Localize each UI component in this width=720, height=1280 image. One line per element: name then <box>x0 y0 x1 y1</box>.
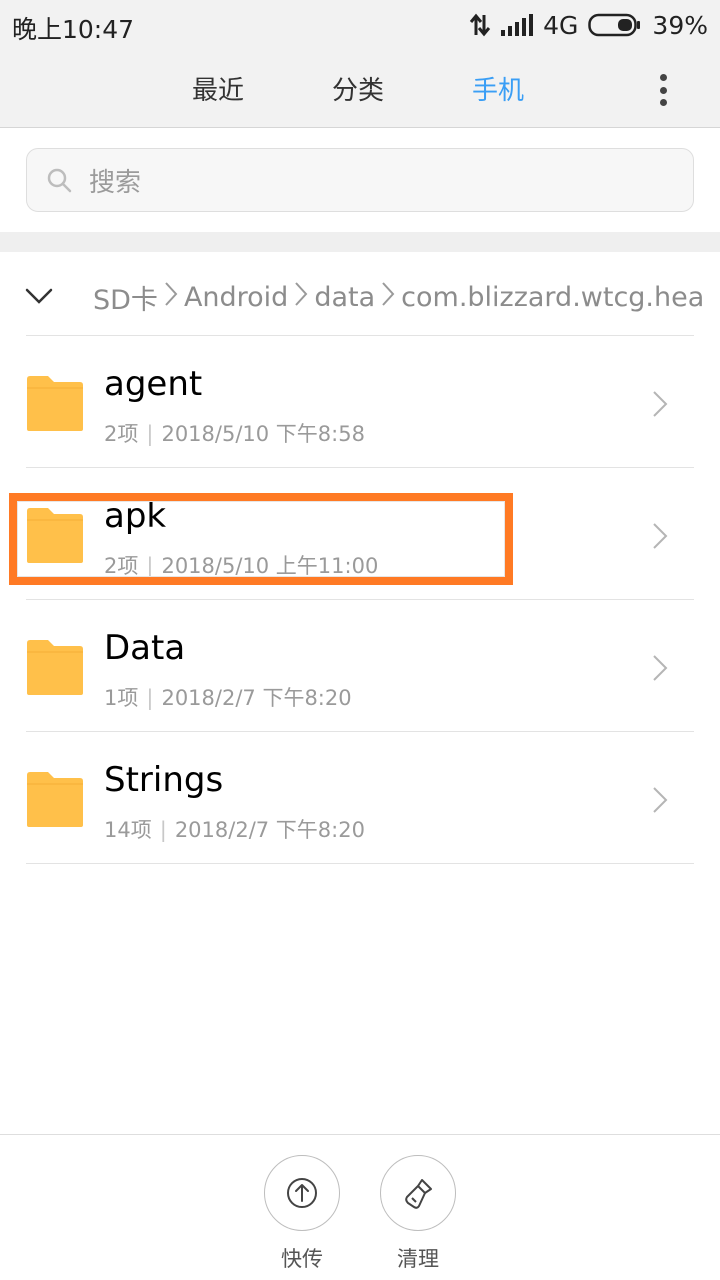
chevron-right-icon <box>653 391 668 417</box>
status-bar: 晚上10:47 4G 39% <box>0 0 720 50</box>
file-name: Data <box>104 628 186 668</box>
file-name: agent <box>104 364 203 404</box>
section-divider <box>0 232 720 252</box>
item-count: 2项 <box>104 422 139 446</box>
file-meta: 1项 | 2018/2/7 下午8:20 <box>104 686 352 710</box>
quick-send-button[interactable]: 快传 <box>264 1155 340 1273</box>
quick-send-circle[interactable] <box>264 1155 340 1231</box>
breadcrumb-separator-icon <box>164 280 178 315</box>
search-input[interactable]: 搜索 <box>26 148 694 212</box>
search-icon <box>47 168 72 193</box>
tab-bar: 最近 分类 手机 <box>0 60 720 120</box>
breadcrumb-item-package[interactable]: com.blizzard.wtcg.hear <box>401 282 703 313</box>
modified-date: 2018/2/7 下午8:20 <box>174 818 365 842</box>
battery-icon <box>588 13 642 37</box>
list-item-strings[interactable]: Strings 14项 | 2018/2/7 下午8:20 <box>0 732 720 864</box>
tab-category[interactable]: 分类 <box>332 70 384 107</box>
list-item-agent[interactable]: agent 2项 | 2018/5/10 下午8:58 <box>0 336 720 468</box>
modified-date: 2018/5/10 下午8:58 <box>161 422 365 446</box>
chevron-right-icon <box>653 655 668 681</box>
quick-send-label: 快传 <box>281 1247 323 1271</box>
breadcrumb-path: SD卡 Android data com.blizzard.wtcg.hear <box>93 278 703 317</box>
more-options-icon[interactable] <box>650 70 676 110</box>
chevron-right-icon <box>653 787 668 813</box>
folder-icon <box>27 376 83 431</box>
breadcrumb-separator-icon <box>381 280 395 315</box>
modified-date: 2018/2/7 下午8:20 <box>161 686 352 710</box>
upload-icon <box>287 1178 317 1208</box>
item-count: 1项 <box>104 686 139 710</box>
file-meta: 2项 | 2018/5/10 下午8:58 <box>104 422 365 446</box>
bottom-action-bar: 快传 清理 <box>0 1134 720 1280</box>
clean-label: 清理 <box>397 1247 439 1271</box>
breadcrumb-item-sdcard[interactable]: SD卡 <box>93 278 158 317</box>
status-time: 晚上10:47 <box>12 15 135 44</box>
row-divider <box>26 863 694 864</box>
tab-phone[interactable]: 手机 <box>472 70 524 107</box>
breadcrumb-item-data[interactable]: data <box>314 282 375 313</box>
clean-circle[interactable] <box>380 1155 456 1231</box>
network-type: 4G <box>543 10 579 40</box>
item-count: 14项 <box>104 818 152 842</box>
list-item-data[interactable]: Data 1项 | 2018/2/7 下午8:20 <box>0 600 720 732</box>
top-area: 晚上10:47 4G 39% 最近 分类 手机 <box>0 0 720 128</box>
collapse-chevron-icon[interactable] <box>24 284 54 308</box>
breadcrumb-separator-icon <box>294 280 308 315</box>
breadcrumb-item-android[interactable]: Android <box>184 282 288 313</box>
brush-icon <box>405 1179 432 1209</box>
signal-icon <box>501 14 534 36</box>
file-name: Strings <box>104 760 224 800</box>
clean-button[interactable]: 清理 <box>380 1155 456 1273</box>
search-placeholder: 搜索 <box>89 167 142 198</box>
tab-recent[interactable]: 最近 <box>192 70 244 107</box>
breadcrumb: SD卡 Android data com.blizzard.wtcg.hear <box>0 262 720 332</box>
highlight-annotation <box>9 493 513 585</box>
battery-percent: 39% <box>652 10 708 40</box>
chevron-right-icon <box>653 523 668 549</box>
folder-icon <box>27 772 83 827</box>
data-transfer-icon <box>469 13 491 37</box>
status-icons: 4G 39% <box>469 8 708 42</box>
folder-icon <box>27 640 83 695</box>
file-meta: 14项 | 2018/2/7 下午8:20 <box>104 818 365 842</box>
